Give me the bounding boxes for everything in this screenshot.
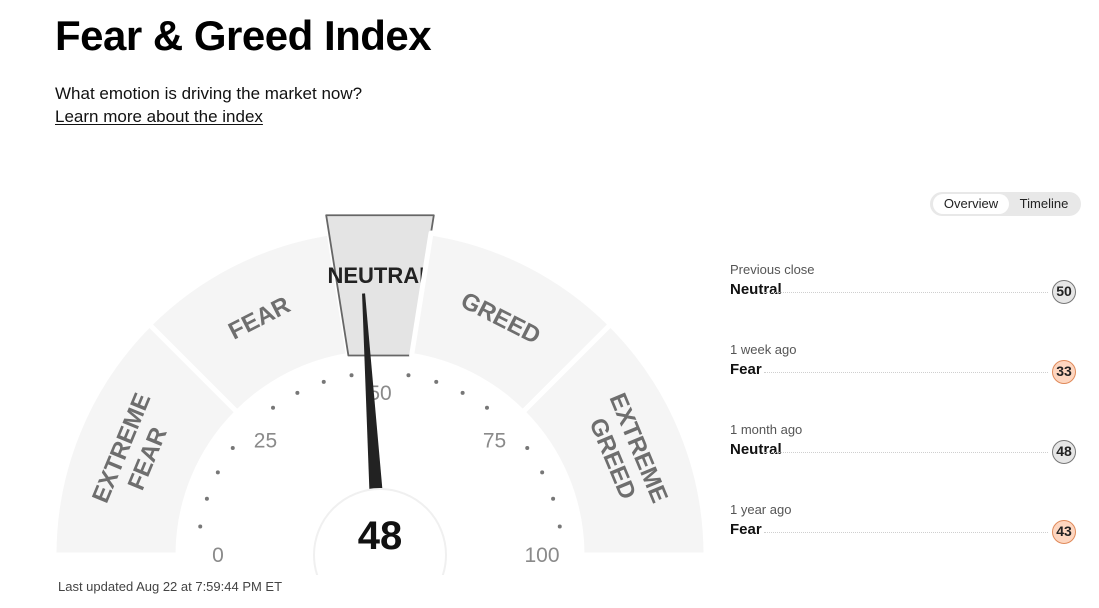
- dotted-leader: [764, 532, 1048, 533]
- scale-dot: [198, 524, 203, 529]
- scale-dot: [321, 379, 326, 384]
- scale-dot: [230, 446, 235, 451]
- scale-dot: [557, 524, 562, 529]
- tab-overview[interactable]: Overview: [933, 194, 1009, 214]
- scale-dot: [551, 496, 556, 501]
- history-score-badge: 48: [1052, 440, 1076, 464]
- history-label: Previous close: [730, 262, 815, 277]
- scale-dot: [484, 405, 489, 410]
- history-item-1-month-ago: 1 month ago Neutral 48: [730, 422, 1078, 502]
- gauge-segment-label-neutral: NEUTRAL: [327, 263, 432, 288]
- scale-dot: [460, 390, 465, 395]
- view-toggle: Overview Timeline: [930, 192, 1081, 216]
- history-label: 1 year ago: [730, 502, 792, 517]
- tab-timeline[interactable]: Timeline: [1010, 194, 1078, 214]
- last-updated: Last updated Aug 22 at 7:59:44 PM ET: [58, 579, 283, 594]
- history-item-1-year-ago: 1 year ago Fear 43: [730, 502, 1078, 582]
- scale-dot: [540, 470, 545, 475]
- dotted-leader: [764, 452, 1048, 453]
- history-rating: Neutral: [730, 281, 782, 298]
- scale-dot: [295, 390, 300, 395]
- scale-dot: [349, 373, 354, 378]
- scale-dot: [215, 470, 220, 475]
- dotted-leader: [764, 292, 1048, 293]
- history-rating: Neutral: [730, 441, 782, 458]
- history-score-badge: 50: [1052, 280, 1076, 304]
- scale-dot: [204, 496, 209, 501]
- history-label: 1 month ago: [730, 422, 803, 437]
- history-score-badge: 33: [1052, 360, 1076, 384]
- scale-dot: [525, 446, 530, 451]
- tick-label-0: 0: [212, 544, 224, 567]
- dotted-leader: [764, 372, 1048, 373]
- history-score-badge: 43: [1052, 520, 1076, 544]
- history-rating: Fear: [730, 361, 762, 378]
- gauge-value: 48: [358, 514, 403, 558]
- scale-dot: [271, 405, 276, 410]
- scale-dot: [434, 379, 439, 384]
- history-item-previous-close: Previous close Neutral 50: [730, 262, 1078, 342]
- fear-greed-gauge: EXTREMEFEARFEARNEUTRALGREEDEXTREMEGREED …: [51, 214, 709, 575]
- history-rating: Fear: [730, 521, 762, 538]
- tick-label-25: 25: [254, 429, 277, 452]
- history-item-1-week-ago: 1 week ago Fear 33: [730, 342, 1078, 422]
- history-label: 1 week ago: [730, 342, 797, 357]
- history-list: Previous close Neutral 50 1 week ago Fea…: [730, 262, 1078, 582]
- scale-dot: [406, 373, 411, 378]
- tick-label-75: 75: [483, 429, 506, 452]
- tick-label-100: 100: [524, 544, 559, 567]
